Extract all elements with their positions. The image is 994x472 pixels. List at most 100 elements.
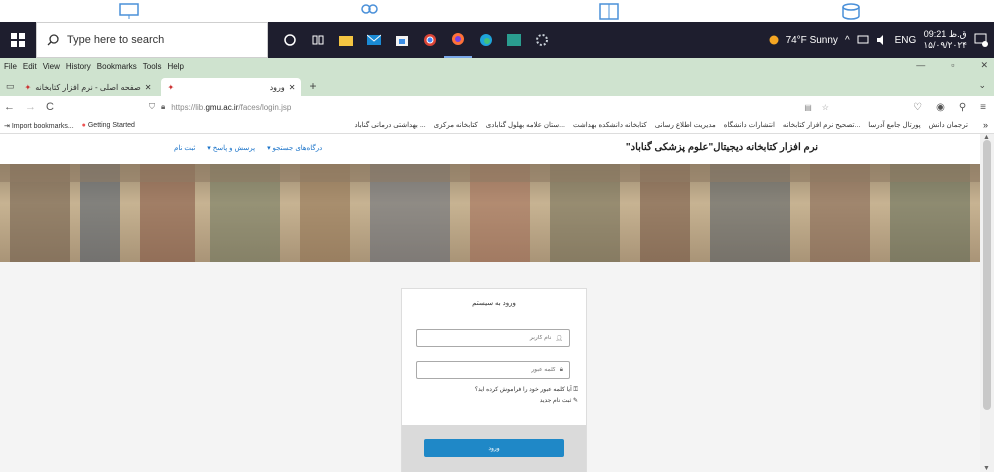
- url-prefix: https://lib.: [171, 102, 206, 112]
- tab-close-icon[interactable]: ✕: [145, 83, 152, 92]
- tab-home-title: صفحه اصلی - نرم افزار کتابخانه: [35, 82, 141, 92]
- hamburger-menu-icon[interactable]: ≡: [980, 102, 986, 113]
- bookmark-item[interactable]: ... بهداشتی درمانی گناباد: [354, 121, 425, 129]
- bookmark-star-icon[interactable]: ☆: [822, 103, 829, 112]
- new-tab-button[interactable]: +: [305, 79, 320, 93]
- close-icon[interactable]: ✕: [980, 60, 988, 71]
- network-icon[interactable]: [857, 35, 869, 45]
- clock[interactable]: 09:21 ق.ظ ۱۵/۰۹/۲۰۲۴: [923, 29, 967, 51]
- volume-icon[interactable]: [876, 35, 888, 45]
- monitor-icon[interactable]: [118, 2, 140, 20]
- tab-overview-icon[interactable]: ▭: [6, 81, 15, 92]
- list-tabs-chevron-icon[interactable]: ⌄: [978, 80, 986, 91]
- notification-icon[interactable]: [974, 33, 988, 47]
- nav-search-portals[interactable]: درگاه‌های جستجو ▾: [267, 144, 322, 152]
- address-bar[interactable]: ⛉ 🔒︎ https://lib.gmu.ac.ir/faces/login.j…: [149, 99, 829, 115]
- nav-register[interactable]: ثبت نام: [174, 144, 195, 152]
- register-link[interactable]: ✎ ثبت نام جدید: [475, 396, 578, 407]
- bookmark-item[interactable]: کتابخانه مرکزی: [434, 121, 478, 129]
- mail-icon[interactable]: [360, 22, 388, 58]
- file-explorer-icon[interactable]: [332, 22, 360, 58]
- menu-history[interactable]: History: [66, 62, 91, 71]
- back-button[interactable]: ←: [4, 101, 15, 113]
- bookmarks-toolbar: ⇥ Import bookmarks... ● Getting Started …: [0, 118, 994, 134]
- bookmark-import[interactable]: ⇥ Import bookmarks...: [4, 122, 74, 130]
- login-title: ورود به سیستم: [472, 300, 516, 307]
- cortana-icon[interactable]: [276, 22, 304, 58]
- taskbar: Type here to search 74°F Sunny ^ ENG 09:…: [0, 22, 994, 58]
- settings-icon[interactable]: [528, 22, 556, 58]
- extensions-icon[interactable]: ⚲: [959, 102, 966, 113]
- lock-icon[interactable]: 🔒︎: [161, 102, 165, 112]
- nav-faq[interactable]: پرسش و پاسخ ▾: [207, 144, 255, 152]
- bookmark-item[interactable]: کتابخانه دانشکده بهداشت: [573, 121, 647, 129]
- minimize-icon[interactable]: —: [916, 60, 925, 71]
- login-button[interactable]: ورود: [424, 439, 564, 457]
- bookmark-getting-started[interactable]: ● Getting Started: [82, 122, 135, 129]
- bookmark-item[interactable]: انتشارات دانشگاه: [724, 121, 775, 129]
- site-title: نرم افزار کتابخانه دیجیتال"علوم پزشکی گن…: [625, 142, 818, 153]
- firefox-window: File Edit View History Bookmarks Tools H…: [0, 58, 994, 472]
- edit-icon: ✎: [572, 398, 578, 404]
- forward-button[interactable]: →: [25, 101, 36, 113]
- bookmarks-overflow-icon[interactable]: »: [983, 120, 988, 130]
- reader-view-icon[interactable]: ▤: [804, 103, 812, 112]
- menu-tools[interactable]: Tools: [143, 62, 162, 71]
- taskbar-search-box[interactable]: Type here to search: [36, 22, 268, 58]
- bookmark-item[interactable]: مدیریت اطلاع رسانی: [655, 121, 716, 129]
- bookmark-item[interactable]: ...تصحیح نرم افزار کتابخانه: [783, 121, 860, 129]
- clock-date: ۱۵/۰۹/۲۰۲۴: [923, 40, 967, 50]
- weather-text[interactable]: 74°F Sunny: [786, 35, 838, 46]
- password-field[interactable]: 🔒︎: [416, 361, 570, 379]
- login-panel: ورود به سیستم 👤︎ 🔒︎ ⚿ آیا کلمه عبور خود …: [401, 288, 587, 472]
- windows-start-button[interactable]: [0, 22, 36, 58]
- tab-login-title: ورود: [269, 82, 285, 92]
- key-icon: ⚿: [573, 387, 578, 393]
- menu-edit[interactable]: Edit: [23, 62, 37, 71]
- menu-help[interactable]: Help: [167, 62, 183, 71]
- navigation-bar: ← → C ⛉ 🔒︎ https://lib.gmu.ac.ir/faces/l…: [0, 96, 994, 118]
- desktop-strip: [0, 0, 994, 22]
- scrollbar-thumb[interactable]: [983, 140, 991, 410]
- menu-bookmarks[interactable]: Bookmarks: [97, 62, 137, 71]
- account-icon[interactable]: ◉: [936, 102, 945, 113]
- tab-home[interactable]: ✦ صفحه اصلی - نرم افزار کتابخانه ✕: [19, 78, 158, 96]
- scroll-down-icon[interactable]: ▼: [983, 465, 990, 472]
- username-field[interactable]: 👤︎: [416, 329, 570, 347]
- chrome-icon[interactable]: [416, 22, 444, 58]
- firefox-icon[interactable]: [444, 22, 472, 58]
- powershell-icon[interactable]: [500, 22, 528, 58]
- maximize-icon[interactable]: ▫: [951, 60, 954, 71]
- book-icon[interactable]: [598, 2, 620, 20]
- page-scrollbar[interactable]: ▲ ▼: [980, 134, 994, 472]
- site-header: نرم افزار کتابخانه دیجیتال"علوم پزشکی گن…: [0, 134, 980, 164]
- login-footer: ورود: [402, 425, 586, 472]
- database-icon[interactable]: [840, 2, 862, 20]
- store-icon[interactable]: [388, 22, 416, 58]
- username-input[interactable]: [431, 335, 552, 341]
- shield-icon[interactable]: ⛉: [149, 102, 155, 112]
- web-page: نرم افزار کتابخانه دیجیتال"علوم پزشکی گن…: [0, 134, 980, 472]
- password-input[interactable]: [435, 367, 556, 373]
- task-view-icon[interactable]: [304, 22, 332, 58]
- bookmark-item[interactable]: پورتال جامع آدرسا: [868, 121, 920, 129]
- login-links: ⚿ آیا کلمه عبور خود را فراموش کرده اید؟ …: [475, 385, 578, 407]
- tab-login[interactable]: ✦ ورود ✕: [161, 78, 302, 96]
- language-indicator[interactable]: ENG: [895, 35, 917, 46]
- site-nav: درگاه‌های جستجو ▾ پرسش و پاسخ ▾ ثبت نام: [174, 144, 322, 152]
- tray-chevron-up-icon[interactable]: ^: [845, 35, 850, 46]
- pocket-icon[interactable]: ♡: [913, 102, 922, 113]
- clock-time: 09:21 ق.ظ: [923, 29, 967, 39]
- bookmark-item[interactable]: ...ستان علامه بهلول گنابادی: [486, 121, 565, 129]
- menu-file[interactable]: File: [4, 62, 17, 71]
- search-icon: [47, 34, 59, 46]
- tab-close-icon[interactable]: ✕: [289, 83, 296, 92]
- menu-view[interactable]: View: [43, 62, 60, 71]
- bookmark-item[interactable]: ترجمان دانش: [929, 121, 968, 129]
- weather-sun-icon: [769, 35, 779, 45]
- edge-icon[interactable]: [472, 22, 500, 58]
- menu-bar: File Edit View History Bookmarks Tools H…: [0, 58, 994, 74]
- reload-button[interactable]: C: [46, 101, 54, 113]
- forgot-password-link[interactable]: ⚿ آیا کلمه عبور خود را فراموش کرده اید؟: [475, 385, 578, 396]
- users-icon[interactable]: [358, 2, 380, 20]
